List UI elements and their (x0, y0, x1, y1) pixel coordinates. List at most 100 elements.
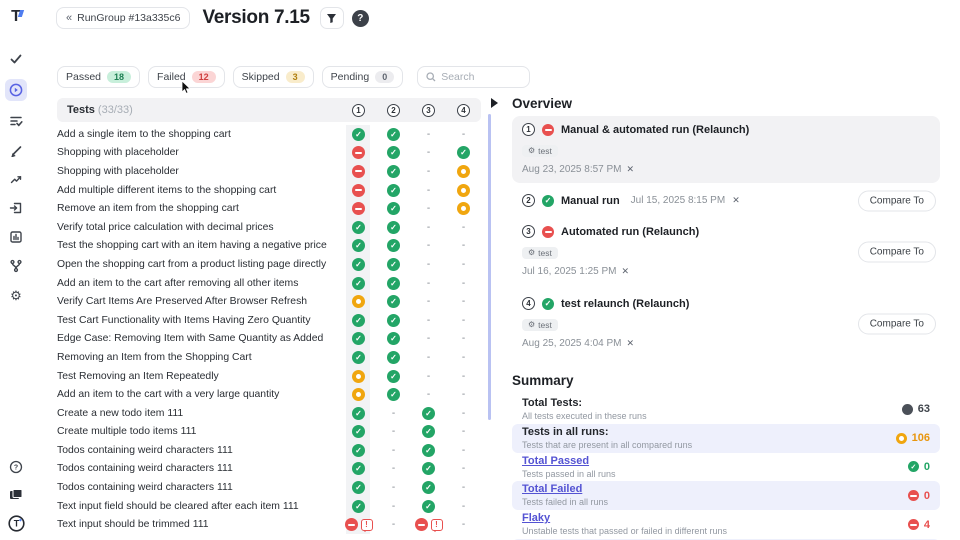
status-cell[interactable] (446, 199, 481, 218)
remove-run-icon[interactable]: ✕ (622, 266, 630, 277)
test-row[interactable]: Open the shopping cart from a product li… (57, 255, 481, 274)
status-cell[interactable] (376, 162, 411, 181)
test-row[interactable]: Shopping with placeholder- (57, 162, 481, 181)
status-cell[interactable]: - (411, 330, 446, 349)
overview-run-item[interactable]: 4test relaunch (Relaunch)⚙testAug 25, 20… (512, 290, 940, 357)
status-cell[interactable] (411, 460, 446, 479)
status-cell[interactable]: - (411, 199, 446, 218)
remove-run-icon[interactable]: ✕ (732, 195, 740, 206)
profile-logo-icon[interactable]: T (7, 514, 25, 532)
test-row[interactable]: Remove an item from the shopping cart- (57, 199, 481, 218)
test-row[interactable]: Test Removing an Item Repeatedly-- (57, 367, 481, 386)
status-cell[interactable] (341, 330, 376, 349)
status-cell[interactable]: - (411, 218, 446, 237)
status-cell[interactable]: - (376, 497, 411, 516)
status-cell[interactable] (341, 311, 376, 330)
status-cell[interactable]: - (411, 385, 446, 404)
status-cell[interactable] (376, 255, 411, 274)
runs-icon[interactable] (5, 79, 27, 101)
test-row[interactable]: Text input should be trimmed 111!-!- (57, 515, 481, 534)
status-cell[interactable] (341, 460, 376, 479)
status-cell[interactable]: - (446, 330, 481, 349)
status-cell[interactable]: ! (341, 515, 376, 534)
status-cell[interactable] (341, 404, 376, 423)
overview-run-item[interactable]: 3Automated run (Relaunch)⚙testJul 16, 20… (512, 218, 940, 285)
edit-icon[interactable] (7, 141, 25, 159)
branch-icon[interactable] (7, 257, 25, 275)
test-row[interactable]: Create multiple todo items 111-- (57, 423, 481, 442)
test-row[interactable]: Todos containing weird characters 111-- (57, 460, 481, 479)
status-cell[interactable]: - (411, 274, 446, 293)
status-cell[interactable] (341, 181, 376, 200)
status-cell[interactable]: - (411, 144, 446, 163)
status-cell[interactable] (341, 218, 376, 237)
comment-icon[interactable]: ! (431, 519, 443, 531)
status-cell[interactable] (376, 237, 411, 256)
test-row[interactable]: Create a new todo item 111-- (57, 404, 481, 423)
status-cell[interactable]: - (446, 237, 481, 256)
test-row[interactable]: Removing an Item from the Shopping Cart-… (57, 348, 481, 367)
compare-to-button[interactable]: Compare To (858, 241, 936, 262)
run-column-4[interactable]: 4 (457, 104, 470, 117)
help-circle-icon[interactable]: ? (7, 458, 25, 476)
status-cell[interactable] (341, 497, 376, 516)
status-cell[interactable]: - (411, 237, 446, 256)
flaky-icon[interactable] (7, 170, 25, 188)
status-cell[interactable]: - (446, 348, 481, 367)
status-cell[interactable] (446, 162, 481, 181)
summary-link[interactable]: Flaky (522, 512, 908, 525)
status-cell[interactable] (376, 199, 411, 218)
test-row[interactable]: Test the shopping cart with an item havi… (57, 237, 481, 256)
status-cell[interactable] (376, 218, 411, 237)
status-cell[interactable] (446, 144, 481, 163)
overview-run-item[interactable]: 1Manual & automated run (Relaunch)⚙testA… (512, 116, 940, 183)
status-cell[interactable]: ! (411, 515, 446, 534)
status-cell[interactable] (376, 274, 411, 293)
test-row[interactable]: Todos containing weird characters 111-- (57, 478, 481, 497)
status-cell[interactable]: - (411, 255, 446, 274)
import-icon[interactable] (7, 199, 25, 217)
status-cell[interactable]: - (376, 404, 411, 423)
status-cell[interactable]: - (411, 311, 446, 330)
status-cell[interactable] (341, 292, 376, 311)
status-cell[interactable] (411, 478, 446, 497)
status-cell[interactable] (376, 348, 411, 367)
run-column-1[interactable]: 1 (352, 104, 365, 117)
test-row[interactable]: Text input field should be cleared after… (57, 497, 481, 516)
test-row[interactable]: Edge Case: Removing Item with Same Quant… (57, 330, 481, 349)
status-cell[interactable]: - (376, 460, 411, 479)
status-cell[interactable]: - (446, 274, 481, 293)
filter-chip-skipped[interactable]: Skipped3 (233, 66, 314, 88)
status-cell[interactable] (376, 330, 411, 349)
test-row[interactable]: Add a single item to the shopping cart-- (57, 125, 481, 144)
compare-to-button[interactable]: Compare To (858, 190, 936, 211)
status-cell[interactable]: - (446, 311, 481, 330)
back-to-rungroup-button[interactable]: « RunGroup #13a335c6 (56, 7, 190, 29)
compare-to-button[interactable]: Compare To (858, 313, 936, 334)
status-cell[interactable] (341, 385, 376, 404)
status-cell[interactable]: - (446, 367, 481, 386)
test-list-icon[interactable] (7, 112, 25, 130)
status-cell[interactable]: - (411, 292, 446, 311)
status-cell[interactable]: - (446, 441, 481, 460)
status-cell[interactable] (341, 478, 376, 497)
status-cell[interactable] (376, 292, 411, 311)
status-cell[interactable] (341, 274, 376, 293)
status-cell[interactable] (411, 497, 446, 516)
report-icon[interactable] (7, 228, 25, 246)
status-cell[interactable] (411, 441, 446, 460)
status-cell[interactable]: - (446, 385, 481, 404)
status-cell[interactable] (341, 255, 376, 274)
status-cell[interactable]: - (411, 181, 446, 200)
status-cell[interactable] (341, 125, 376, 144)
remove-run-icon[interactable]: ✕ (627, 164, 635, 175)
status-cell[interactable] (376, 144, 411, 163)
status-cell[interactable] (411, 404, 446, 423)
summary-link[interactable]: Total Passed (522, 455, 908, 468)
comment-icon[interactable]: ! (361, 519, 373, 531)
summary-link[interactable]: Total Failed (522, 483, 908, 496)
status-cell[interactable]: - (411, 367, 446, 386)
remove-run-icon[interactable]: ✕ (627, 338, 635, 349)
test-row[interactable]: Verify Cart Items Are Preserved After Br… (57, 292, 481, 311)
status-cell[interactable]: - (376, 423, 411, 442)
